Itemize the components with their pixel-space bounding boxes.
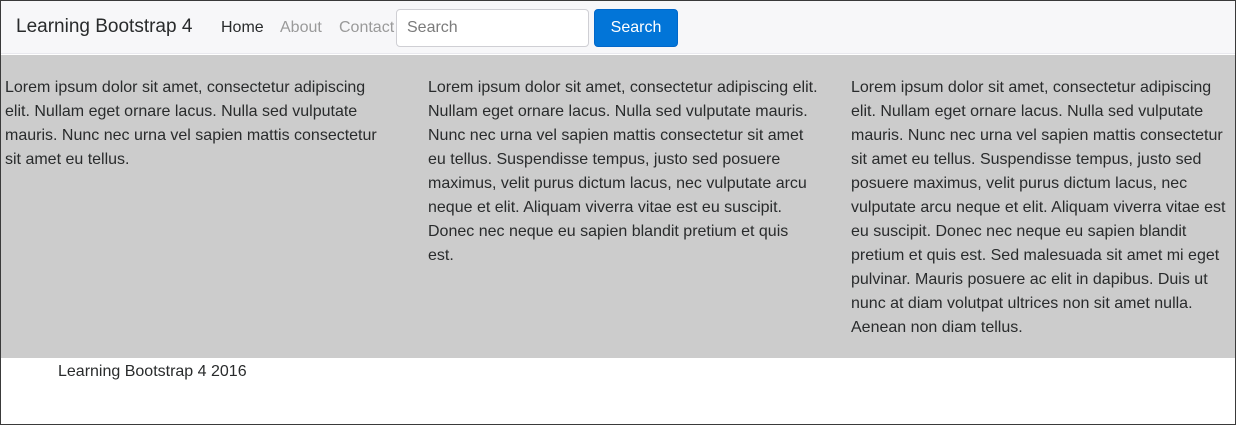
navbar: Learning Bootstrap 4 Home About Contact … [1,1,1235,54]
nav-link-home[interactable]: Home [221,18,264,38]
search-button[interactable]: Search [594,9,678,47]
content-column-1: Lorem ipsum dolor sit amet, consectetur … [5,79,377,168]
content-column-2: Lorem ipsum dolor sit amet, consectetur … [428,79,818,264]
footer-text: Learning Bootstrap 4 2016 [58,363,247,380]
content-column-3: Lorem ipsum dolor sit amet, consectetur … [851,79,1226,336]
browser-page: Learning Bootstrap 4 Home About Contact … [0,0,1236,425]
content-row: Lorem ipsum dolor sit amet, consectetur … [1,55,1235,358]
nav-link-about[interactable]: About [280,18,322,38]
nav-link-contact[interactable]: Contact [339,18,394,38]
search-input[interactable] [396,9,589,47]
navbar-brand[interactable]: Learning Bootstrap 4 [16,15,192,39]
